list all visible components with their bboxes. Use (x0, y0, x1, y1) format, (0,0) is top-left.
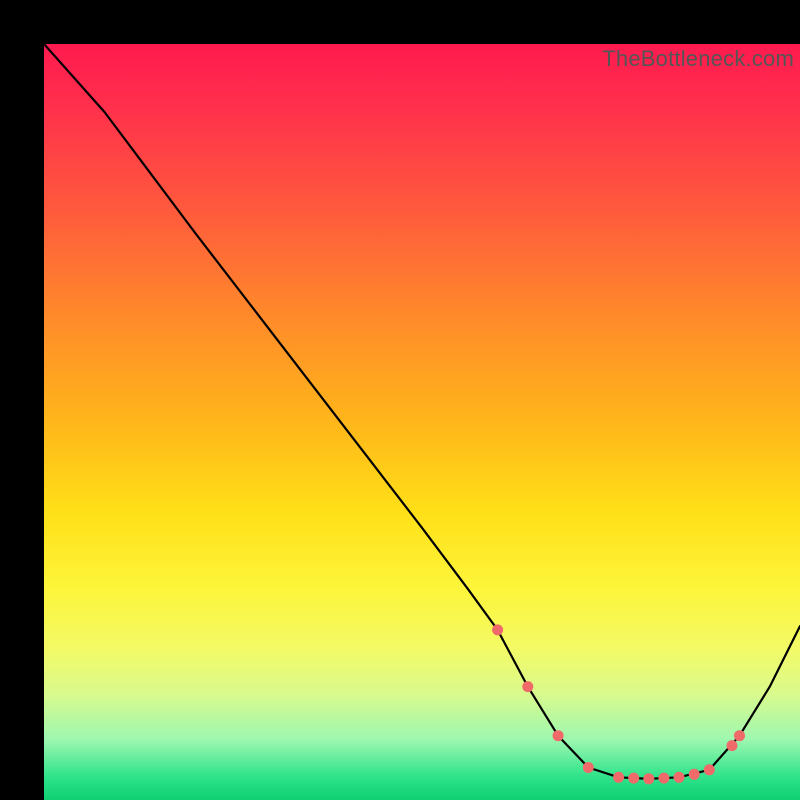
watermark-text: TheBottleneck.com (602, 46, 794, 72)
marker-group (492, 624, 745, 784)
bottleneck-curve (44, 44, 800, 779)
marker-dot (553, 730, 564, 741)
curve-layer (44, 44, 800, 800)
marker-dot (628, 773, 639, 784)
marker-dot (734, 730, 745, 741)
marker-dot (658, 773, 669, 784)
marker-dot (522, 681, 533, 692)
marker-dot (727, 740, 738, 751)
plot-area: TheBottleneck.com (44, 44, 800, 800)
marker-dot (689, 769, 700, 780)
marker-dot (704, 764, 715, 775)
marker-dot (674, 772, 685, 783)
marker-dot (613, 772, 624, 783)
chart-frame: TheBottleneck.com (22, 22, 778, 778)
marker-dot (643, 773, 654, 784)
marker-dot (492, 624, 503, 635)
marker-dot (583, 762, 594, 773)
